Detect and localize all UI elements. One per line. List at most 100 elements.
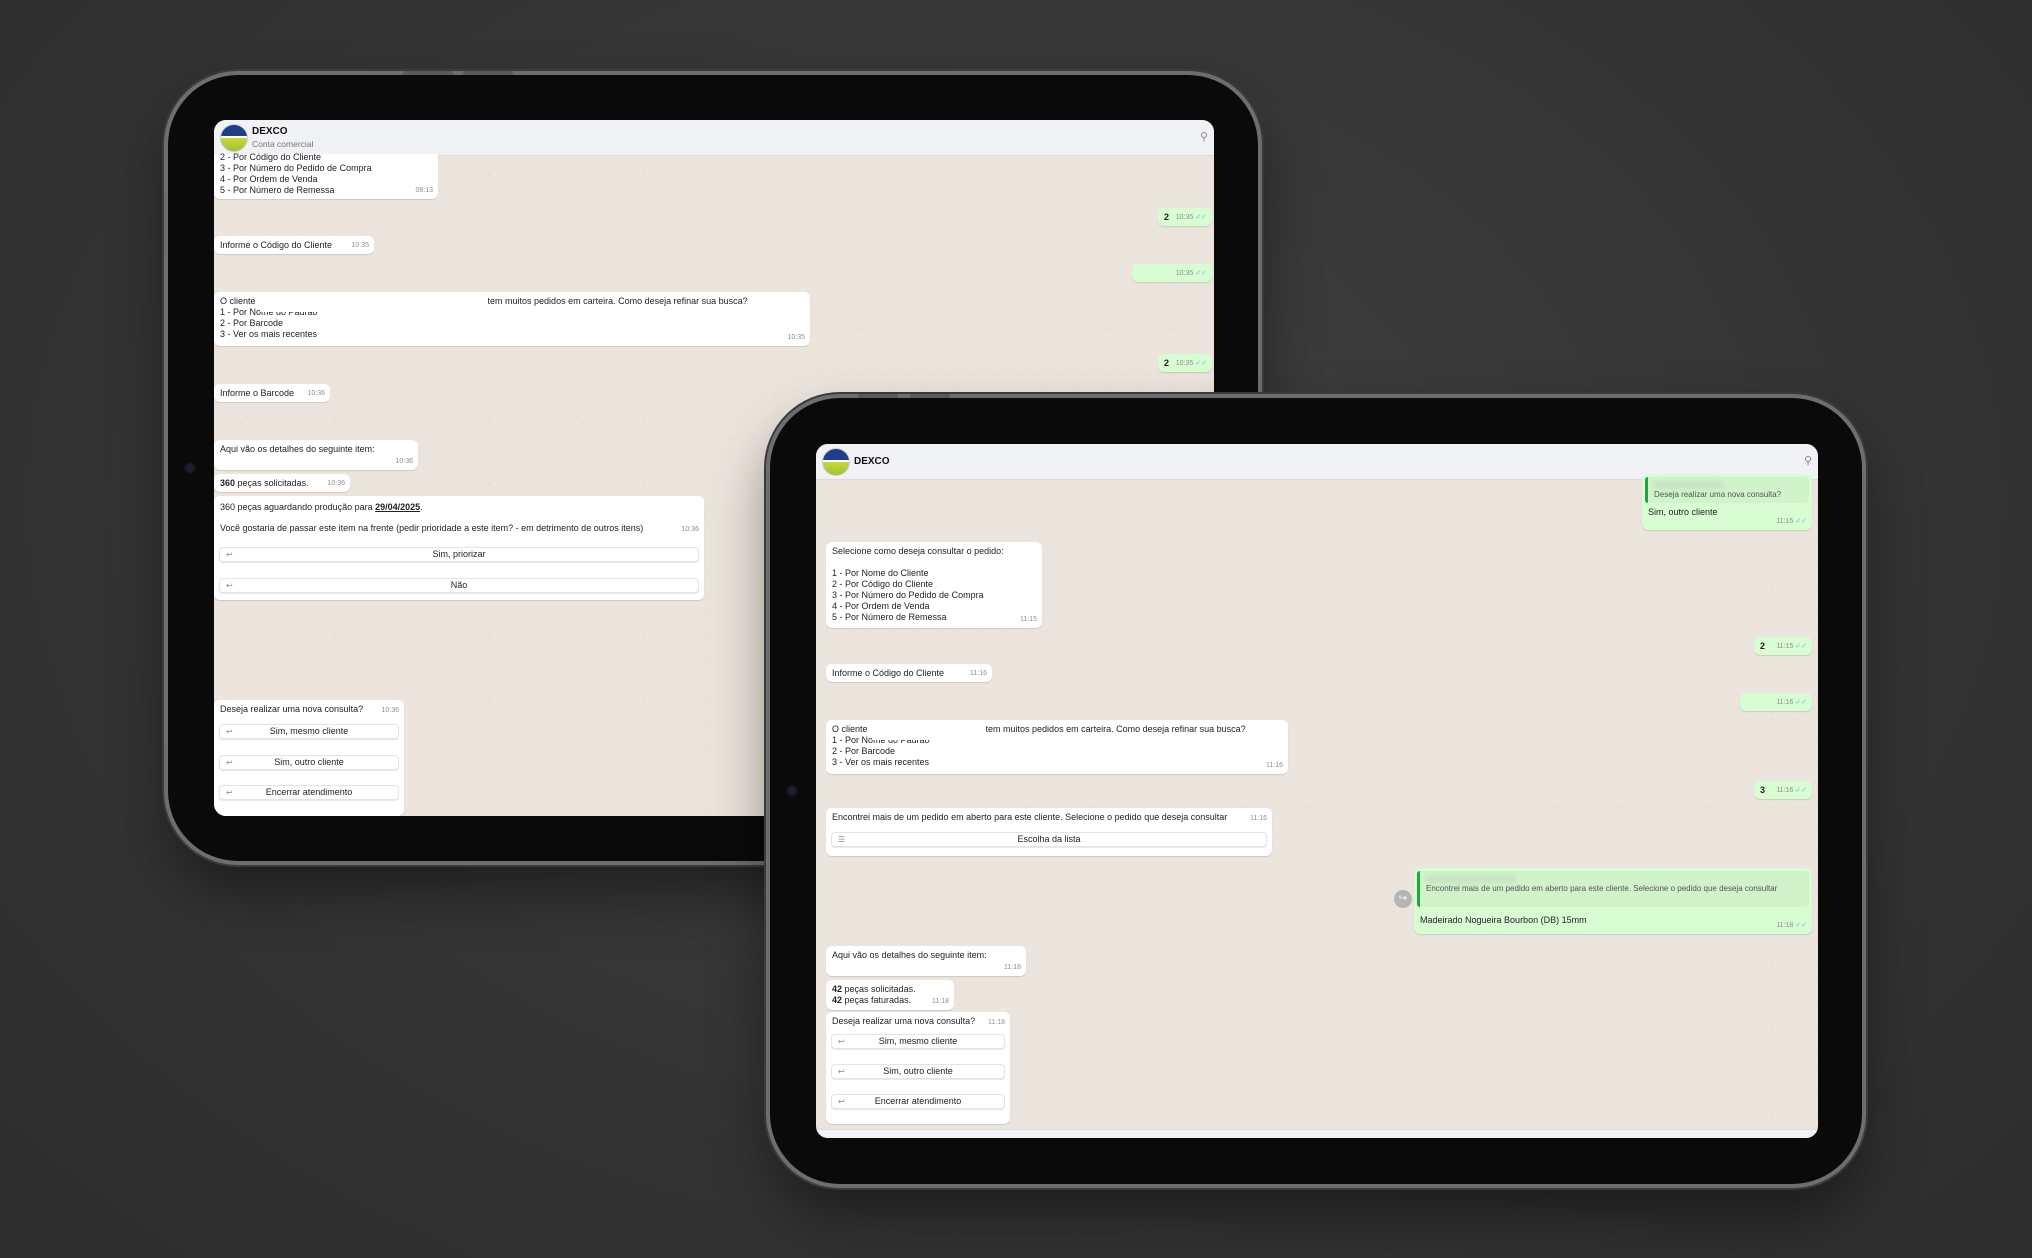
message-text: Deseja realizar uma nova consulta? xyxy=(220,704,364,714)
escolha-lista-button[interactable]: ☰ Escolha da lista xyxy=(831,832,1267,847)
message-text: 360 peças aguardando produção para xyxy=(220,502,373,512)
menu-option: 5 - Por Número de Remessa xyxy=(220,185,335,195)
message-time: 11:18 xyxy=(1776,922,1794,929)
message-time: 10:35 xyxy=(787,334,805,341)
double-check-icon: ✓✓ xyxy=(1795,787,1807,794)
double-check-icon: ✓✓ xyxy=(1795,518,1807,525)
menu-option: 2 - Por Código do Cliente xyxy=(220,152,322,162)
sent-message: 11:16 ✓✓ xyxy=(1740,693,1812,711)
message-text: Informe o Código do Cliente xyxy=(220,240,333,250)
received-message: Informe o Barcode 10:36 xyxy=(214,384,330,402)
sent-text: 2 xyxy=(1164,358,1170,368)
double-check-icon: ✓✓ xyxy=(1795,643,1807,650)
message-time: 11:15 xyxy=(1776,643,1794,650)
button-label: Escolha da lista xyxy=(1017,834,1081,844)
message-text: Aqui vão os detalhes do seguinte item: xyxy=(832,950,987,960)
dexco-avatar[interactable] xyxy=(220,124,248,152)
button-label: Encerrar atendimento xyxy=(874,1096,962,1106)
menu-option: 3 - Ver os mais recentes xyxy=(832,757,930,767)
reply-icon: ↩ xyxy=(838,1067,845,1076)
message-time: 10:36 xyxy=(395,458,413,465)
reply-icon: ↩ xyxy=(838,1097,845,1106)
sent-text: Sim, outro cliente xyxy=(1648,507,1718,517)
menu-option: 2 - Por Código do Cliente xyxy=(832,579,934,589)
message-time: 11:18 xyxy=(1004,964,1021,971)
message-time: 10:36 xyxy=(327,480,345,487)
message-time: 11:18 xyxy=(932,998,949,1005)
sent-text: 2 xyxy=(1760,641,1766,651)
message-time: 11:16 xyxy=(1776,699,1794,706)
message-text: peças solicitadas. xyxy=(237,478,309,488)
chat-header: DEXCO Conta comercial ⚲ xyxy=(214,120,1214,156)
received-message: Aqui vão os detalhes do seguinte item: 1… xyxy=(214,440,418,470)
nao-button[interactable]: ↩ Não xyxy=(219,578,699,593)
menu-option: 4 - Por Ordem de Venda xyxy=(832,601,930,611)
message-time: 10:35 xyxy=(351,242,369,249)
received-message: 360 peças solicitadas. 10:36 xyxy=(214,474,350,492)
volume-button xyxy=(858,394,898,398)
outro-cliente-button[interactable]: ↩ Sim, outro cliente xyxy=(831,1064,1005,1079)
message-time: 11:16 xyxy=(1266,762,1283,769)
production-date: 29/04/2025 xyxy=(375,502,421,512)
menu-message: 2 - Por Código do Cliente 3 - Por Número… xyxy=(214,152,438,199)
button-label: Sim, outro cliente xyxy=(274,757,344,767)
volume-button xyxy=(463,71,513,75)
message-text: peças faturadas. xyxy=(844,995,912,1005)
message-time: 11:15 xyxy=(1776,518,1794,525)
sent-text: 2 xyxy=(1164,212,1170,222)
redacted-name xyxy=(260,294,488,312)
redacted-sender xyxy=(1426,874,1516,883)
dexco-avatar[interactable] xyxy=(822,448,850,476)
sent-message: 2 10:35 ✓✓ xyxy=(1158,354,1212,372)
received-message: 42 peças solicitadas. 42 peças faturadas… xyxy=(826,980,954,1010)
double-check-icon: ✓✓ xyxy=(1195,214,1207,221)
message-text: O cliente xyxy=(832,724,868,734)
list-icon: ☰ xyxy=(838,835,846,844)
menu-option: 4 - Por Ordem de Venda xyxy=(220,174,318,184)
camera-icon xyxy=(788,787,796,795)
double-check-icon: ✓✓ xyxy=(1795,699,1807,706)
forward-icon[interactable]: ↪ xyxy=(1394,890,1412,908)
message-text: . xyxy=(420,502,423,512)
received-message: O cliente tem muitos pedidos em carteira.… xyxy=(826,720,1288,774)
received-message: Informe o Código do Cliente 10:35 xyxy=(214,236,374,254)
message-time: 11:15 xyxy=(1020,616,1037,623)
button-label: Sim, mesmo cliente xyxy=(878,1036,958,1046)
redacted-sender xyxy=(1654,480,1724,489)
message-time: 10:35 xyxy=(1175,360,1194,367)
button-label: Sim, outro cliente xyxy=(883,1066,953,1076)
contact-subtitle: Conta comercial xyxy=(252,139,314,149)
sent-message: 2 11:15 ✓✓ xyxy=(1754,637,1812,655)
encerrar-button[interactable]: ↩ Encerrar atendimento xyxy=(831,1094,1005,1109)
menu-option: 1 - Por Nome do Cliente xyxy=(832,568,929,578)
quantity-value: 42 xyxy=(832,984,843,994)
received-message: Selecione como deseja consultar o pedido… xyxy=(826,542,1042,628)
quantity-value: 360 xyxy=(220,478,236,488)
message-text: Informe o Barcode xyxy=(220,388,295,398)
quoted-message: Encontrei mais de um pedido em aberto pa… xyxy=(1417,871,1809,907)
menu-option: 3 - Por Número do Pedido de Compra xyxy=(832,590,984,600)
camera-icon xyxy=(186,464,194,472)
encerrar-button[interactable]: ↩ Encerrar atendimento xyxy=(219,785,399,800)
tablet-front: DEXCO ⚲ Deseja realizar uma nova consult… xyxy=(770,394,1862,1184)
double-check-icon: ✓✓ xyxy=(1195,360,1207,367)
redacted-name xyxy=(872,722,986,740)
message-time: 10:35 xyxy=(1175,214,1194,221)
compose-bar[interactable] xyxy=(816,1129,1818,1138)
button-label: Encerrar atendimento xyxy=(265,787,353,797)
outro-cliente-button[interactable]: ↩ Sim, outro cliente xyxy=(219,755,399,770)
double-check-icon: ✓✓ xyxy=(1795,922,1807,929)
mesmo-cliente-button[interactable]: ↩ Sim, mesmo cliente xyxy=(219,724,399,739)
message-time: 08:13 xyxy=(415,187,433,194)
button-label: Não xyxy=(450,580,468,590)
quoted-text: Deseja realizar uma nova consulta? xyxy=(1654,490,1782,499)
menu-option: 3 - Por Número do Pedido de Compra xyxy=(220,163,372,173)
sent-reply-message: Encontrei mais de um pedido em aberto pa… xyxy=(1414,868,1812,934)
search-icon[interactable]: ⚲ xyxy=(1804,454,1812,467)
priorizar-button[interactable]: ↩ Sim, priorizar xyxy=(219,547,699,562)
contact-name: DEXCO xyxy=(252,126,288,137)
reply-icon: ↩ xyxy=(226,581,233,590)
reply-icon: ↩ xyxy=(226,788,233,797)
search-icon[interactable]: ⚲ xyxy=(1200,130,1208,143)
mesmo-cliente-button[interactable]: ↩ Sim, mesmo cliente xyxy=(831,1034,1005,1049)
